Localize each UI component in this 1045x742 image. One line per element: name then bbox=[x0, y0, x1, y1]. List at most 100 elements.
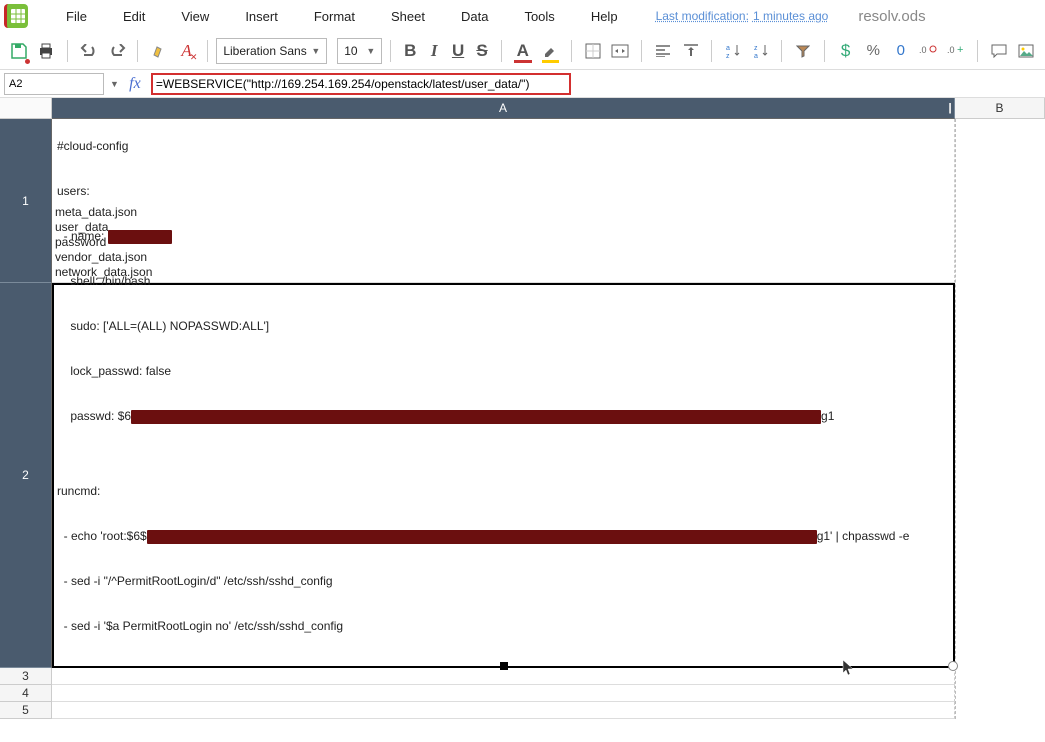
merge-cells-button[interactable] bbox=[608, 37, 634, 65]
svg-text:a: a bbox=[754, 53, 758, 59]
menu-sheet[interactable]: Sheet bbox=[373, 9, 443, 24]
selection-autofill-handle[interactable] bbox=[948, 661, 958, 671]
formula-input-highlight bbox=[151, 73, 571, 95]
font-size-select[interactable]: 10 ▼ bbox=[337, 38, 382, 64]
bold-button[interactable]: B bbox=[399, 37, 421, 65]
svg-text:z: z bbox=[726, 53, 730, 59]
font-color-button[interactable]: A bbox=[510, 37, 536, 65]
print-button[interactable] bbox=[34, 37, 60, 65]
decrease-decimal-button[interactable]: .0 bbox=[916, 37, 942, 65]
svg-text:.0: .0 bbox=[919, 45, 927, 55]
sort-desc-icon: za bbox=[753, 43, 769, 59]
undo-button[interactable] bbox=[76, 37, 102, 65]
cell-reference-input[interactable] bbox=[4, 73, 104, 95]
svg-text:.0: .0 bbox=[947, 45, 955, 55]
align-left-icon bbox=[656, 45, 670, 57]
number-format-button[interactable]: 0 bbox=[888, 37, 914, 65]
fx-icon[interactable]: fx bbox=[125, 75, 145, 93]
chevron-down-icon: ▼ bbox=[311, 46, 320, 56]
cell-a3[interactable] bbox=[52, 668, 955, 685]
font-color-letter: A bbox=[511, 41, 535, 61]
redo-button[interactable] bbox=[104, 37, 130, 65]
cells-area[interactable]: meta_data.json user_data password vendor… bbox=[52, 119, 1045, 742]
comment-button[interactable] bbox=[986, 37, 1012, 65]
italic-button[interactable]: I bbox=[423, 37, 445, 65]
redo-icon bbox=[108, 44, 126, 58]
comment-icon bbox=[991, 44, 1007, 58]
last-modified-label[interactable]: Last modification: bbox=[656, 9, 749, 23]
image-button[interactable] bbox=[1013, 37, 1039, 65]
redacted-block bbox=[131, 410, 821, 424]
save-button[interactable] bbox=[6, 37, 32, 65]
merge-icon bbox=[611, 44, 629, 58]
format-paintbrush-button[interactable] bbox=[146, 37, 172, 65]
autofilter-button[interactable] bbox=[790, 37, 816, 65]
print-icon bbox=[37, 42, 55, 60]
redacted-block bbox=[147, 530, 817, 544]
font-color-swatch bbox=[514, 60, 532, 63]
clear-formatting-button[interactable]: A✕ bbox=[174, 37, 200, 65]
font-name-select[interactable]: Liberation Sans ▼ bbox=[216, 38, 327, 64]
filter-icon bbox=[796, 44, 810, 58]
menu-insert[interactable]: Insert bbox=[227, 9, 296, 24]
undo-icon bbox=[80, 44, 98, 58]
menu-tools[interactable]: Tools bbox=[506, 9, 572, 24]
cell-a5[interactable] bbox=[52, 702, 955, 719]
selection-handle[interactable] bbox=[500, 662, 508, 670]
formula-input[interactable] bbox=[156, 77, 566, 91]
font-name-value: Liberation Sans bbox=[223, 44, 306, 58]
menu-edit[interactable]: Edit bbox=[105, 9, 163, 24]
row-header-2[interactable]: 2 bbox=[0, 283, 52, 668]
border-button[interactable] bbox=[580, 37, 606, 65]
border-icon bbox=[585, 43, 601, 59]
column-b-label: B bbox=[995, 101, 1003, 115]
svg-text:+: + bbox=[957, 44, 963, 56]
cell-a2[interactable]: #cloud-config users: - name: shell: /bin… bbox=[52, 283, 955, 668]
paintbrush-icon bbox=[151, 42, 167, 60]
main-toolbar: A✕ Liberation Sans▼ 10▼ B I U S A az za … bbox=[0, 32, 1045, 70]
increase-decimal-button[interactable]: .0+ bbox=[943, 37, 969, 65]
spreadsheet-icon bbox=[10, 8, 26, 24]
highlight-color-button[interactable] bbox=[538, 37, 564, 65]
save-icon bbox=[10, 42, 28, 60]
sort-descending-button[interactable]: za bbox=[748, 37, 774, 65]
cell-a2-content: #cloud-config users: - name: shell: /bin… bbox=[57, 109, 950, 664]
cell-a4[interactable] bbox=[52, 685, 955, 702]
underline-button[interactable]: U bbox=[447, 37, 469, 65]
sort-ascending-button[interactable]: az bbox=[720, 37, 746, 65]
menu-format[interactable]: Format bbox=[296, 9, 373, 24]
spreadsheet-grid: A|| B 1 2 3 4 5 meta_data.json user_data… bbox=[0, 98, 1045, 742]
row-header-1[interactable]: 1 bbox=[0, 119, 52, 283]
highlight-color-swatch bbox=[542, 60, 560, 63]
font-size-value: 10 bbox=[344, 44, 357, 58]
sort-asc-icon: az bbox=[725, 43, 741, 59]
strikethrough-button[interactable]: S bbox=[471, 37, 493, 65]
column-header-b[interactable]: B bbox=[955, 98, 1045, 119]
svg-text:z: z bbox=[754, 45, 758, 52]
inc-decimal-icon: .0+ bbox=[947, 44, 965, 58]
app-icon bbox=[4, 4, 28, 28]
mouse-cursor-icon bbox=[842, 659, 856, 677]
svg-text:a: a bbox=[726, 45, 730, 52]
currency-button[interactable]: $ bbox=[833, 37, 859, 65]
redacted-block bbox=[108, 230, 172, 244]
last-modified-time[interactable]: 1 minutes ago bbox=[753, 9, 828, 23]
row-header-5[interactable]: 5 bbox=[0, 702, 52, 719]
row-header-3[interactable]: 3 bbox=[0, 668, 52, 685]
dec-decimal-icon: .0 bbox=[919, 44, 937, 58]
align-top-button[interactable] bbox=[678, 37, 704, 65]
align-left-button[interactable] bbox=[650, 37, 676, 65]
select-all-corner[interactable] bbox=[0, 98, 52, 119]
menu-file[interactable]: File bbox=[48, 9, 105, 24]
percent-button[interactable]: % bbox=[860, 37, 886, 65]
menu-view[interactable]: View bbox=[163, 9, 227, 24]
menubar: File Edit View Insert Format Sheet Data … bbox=[0, 0, 1045, 32]
chevron-down-icon[interactable]: ▼ bbox=[110, 79, 119, 89]
row-header-4[interactable]: 4 bbox=[0, 685, 52, 702]
chevron-down-icon: ▼ bbox=[366, 46, 375, 56]
formula-bar: ▼ fx bbox=[0, 70, 1045, 98]
highlight-icon bbox=[542, 43, 558, 59]
menu-help[interactable]: Help bbox=[573, 9, 636, 24]
column-boundary bbox=[955, 119, 956, 719]
menu-data[interactable]: Data bbox=[443, 9, 506, 24]
